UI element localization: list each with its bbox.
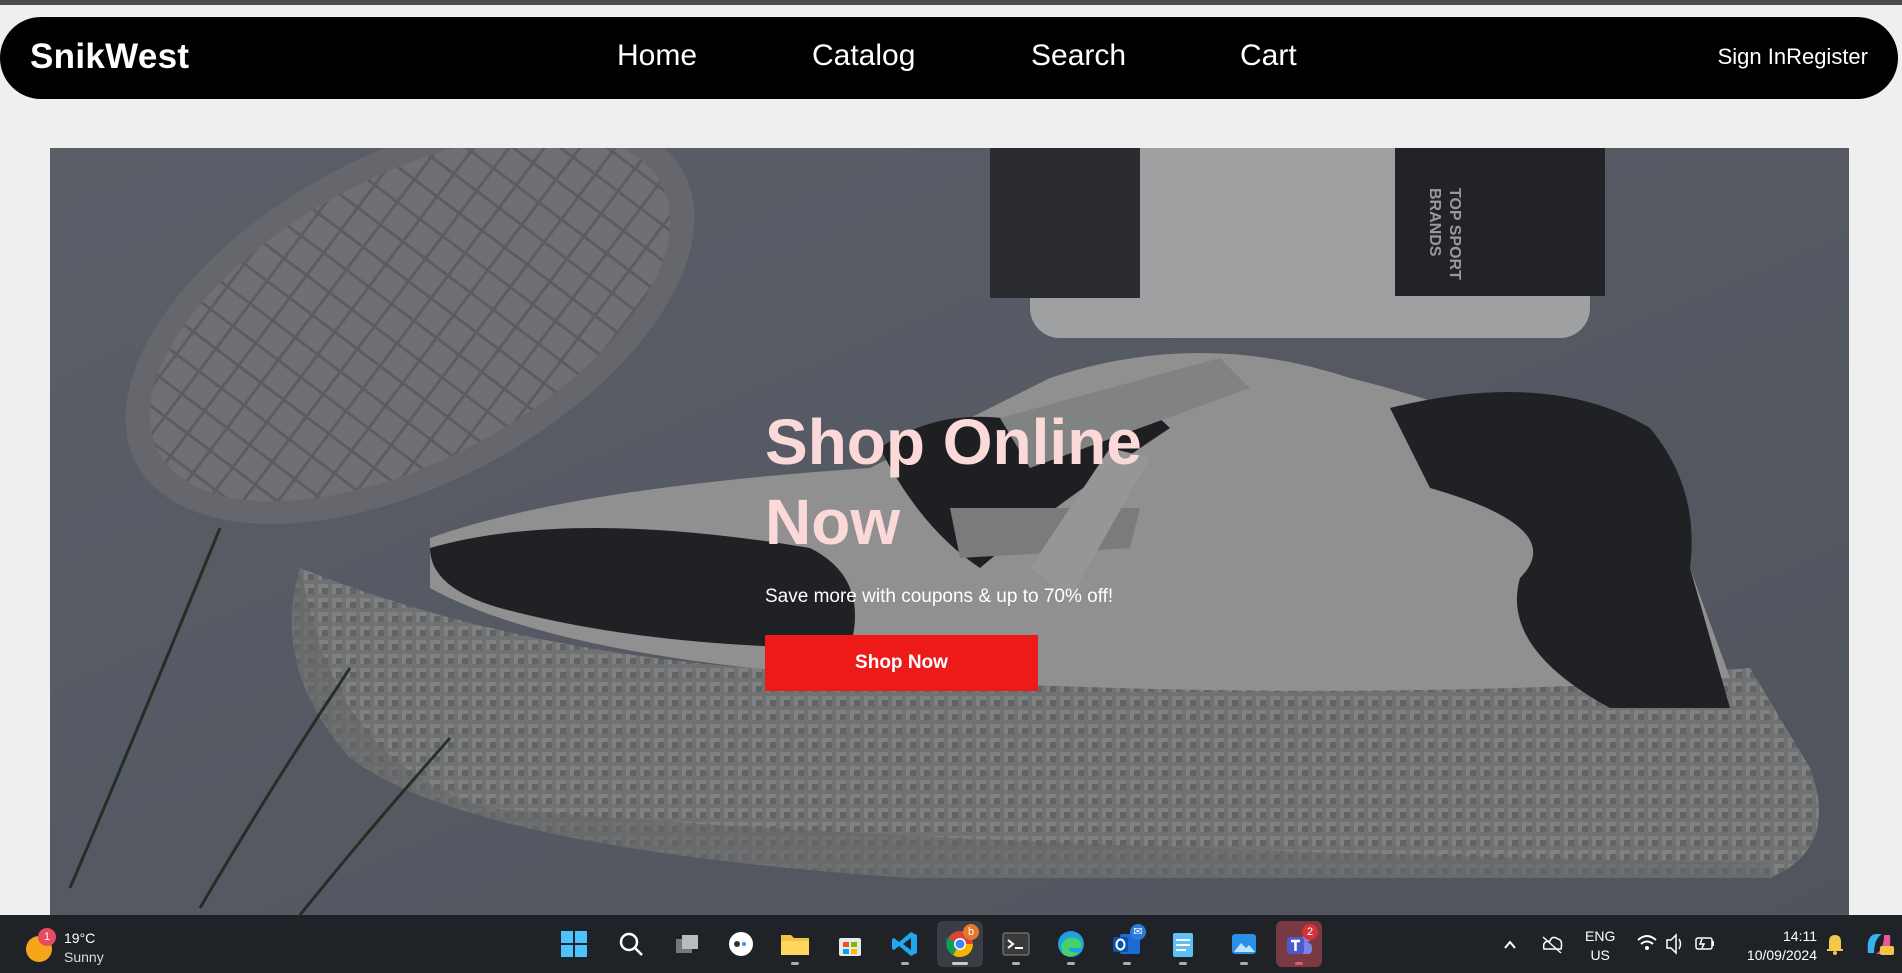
windows-taskbar: 1 19°C Sunny b ✉ 2 ENG US 14:11 10/09/20… (0, 915, 1902, 973)
start-icon[interactable] (551, 921, 597, 967)
clock[interactable]: 14:11 10/09/2024 (1735, 927, 1817, 965)
clock-time: 14:11 (1783, 928, 1817, 944)
weather-condition: Sunny (64, 949, 104, 965)
photos-icon[interactable] (1221, 921, 1267, 967)
teams-badge: 2 (1302, 924, 1318, 940)
auth-links: Sign InRegister (1718, 44, 1868, 70)
show-hidden-icons[interactable] (1502, 915, 1518, 973)
copilot-preview-icon[interactable] (1864, 915, 1894, 973)
wifi-icon[interactable] (1636, 915, 1658, 973)
hero-banner: TOP SPORT BRANDS Shop Online Now Save mor… (50, 148, 1849, 915)
weather-widget[interactable]: 1 19°C Sunny (26, 926, 146, 965)
hero-content: Shop Online Now Save more with coupons & … (765, 402, 1265, 691)
navbar: SnikWest Home Catalog Search Cart Sign I… (0, 17, 1898, 99)
sign-in-link[interactable]: Sign In (1718, 44, 1787, 69)
edge-icon[interactable] (1048, 921, 1094, 967)
onedrive-off-icon[interactable] (1540, 915, 1564, 973)
task-view-icon[interactable] (664, 921, 710, 967)
nav-cart[interactable]: Cart (1240, 39, 1297, 73)
hero-subtitle: Save more with coupons & up to 70% off! (765, 586, 1114, 607)
brand-logo[interactable]: SnikWest (30, 37, 189, 77)
notification-bell-icon[interactable] (1825, 915, 1845, 973)
weather-temp: 19°C (64, 930, 96, 946)
file-explorer-icon[interactable] (772, 921, 818, 967)
window-top-border (0, 0, 1902, 5)
copilot-icon[interactable] (718, 921, 764, 967)
nav-home[interactable]: Home (617, 39, 697, 73)
outlook-icon[interactable]: ✉ (1104, 921, 1150, 967)
nav-search[interactable]: Search (1031, 39, 1126, 73)
chrome-icon[interactable]: b (937, 921, 983, 967)
terminal-icon[interactable] (993, 921, 1039, 967)
outlook-mail-badge: ✉ (1130, 924, 1146, 940)
teams-icon[interactable]: 2 (1276, 921, 1322, 967)
vscode-icon[interactable] (882, 921, 928, 967)
store-icon[interactable] (827, 921, 873, 967)
volume-icon[interactable] (1664, 915, 1686, 973)
clock-date: 10/09/2024 (1746, 947, 1817, 963)
weather-badge: 1 (38, 928, 56, 946)
hero-title: Shop Online Now (765, 406, 1142, 558)
chrome-badge: b (963, 924, 979, 940)
battery-icon[interactable] (1694, 915, 1716, 973)
search-icon[interactable] (608, 921, 654, 967)
notepad-icon[interactable] (1160, 921, 1206, 967)
nav-catalog[interactable]: Catalog (812, 39, 915, 73)
shop-now-button[interactable]: Shop Now (765, 635, 1038, 691)
language-indicator[interactable]: ENG US (1585, 927, 1615, 965)
register-link[interactable]: Register (1786, 44, 1868, 69)
